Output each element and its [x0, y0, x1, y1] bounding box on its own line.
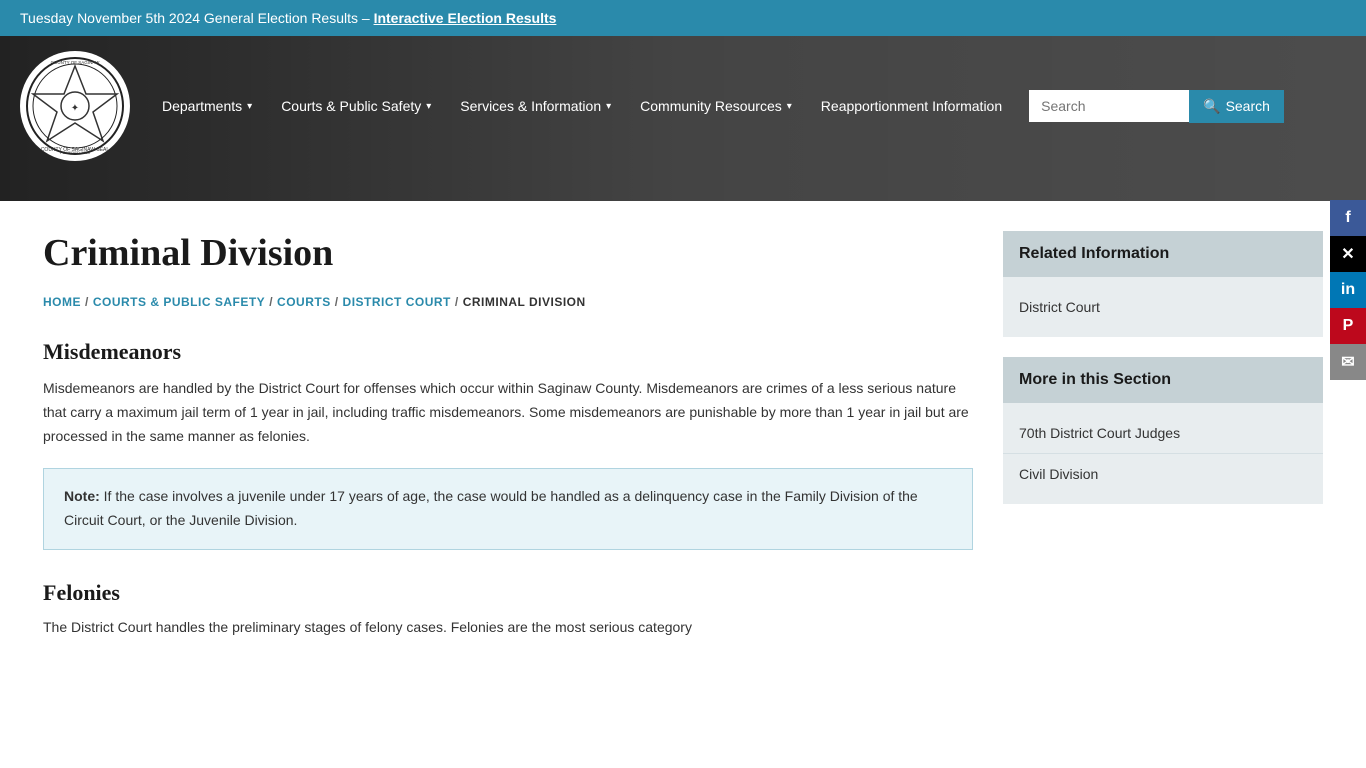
search-area: 🔍 Search: [1029, 90, 1284, 123]
note-text: If the case involves a juvenile under 17…: [64, 488, 918, 528]
svg-text:✦: ✦: [71, 103, 79, 114]
pinterest-button[interactable]: P: [1330, 308, 1366, 344]
nav-services[interactable]: Services & Information ▾: [448, 90, 623, 122]
misdemeanors-text: Misdemeanors are handled by the District…: [43, 377, 973, 448]
link-70th-judges[interactable]: 70th District Court Judges: [1003, 413, 1323, 454]
breadcrumb-sep-4: /: [455, 295, 459, 309]
related-info-box: Related Information District Court: [1003, 231, 1323, 337]
note-label: Note:: [64, 488, 100, 504]
search-icon: 🔍: [1203, 98, 1220, 115]
felonies-title: Felonies: [43, 580, 973, 606]
breadcrumb-district-court[interactable]: DISTRICT COURT: [343, 295, 451, 309]
link-civil-division[interactable]: Civil Division: [1003, 454, 1323, 494]
main-content: Criminal Division HOME / COURTS & PUBLIC…: [23, 201, 1343, 670]
facebook-button[interactable]: f: [1330, 200, 1366, 236]
breadcrumb-criminal-division: CRIMINAL DIVISION: [463, 295, 586, 309]
nav-community[interactable]: Community Resources ▾: [628, 90, 804, 122]
more-in-section-box: More in this Section 70th District Court…: [1003, 357, 1323, 504]
header-content: ✦ COUNTY OF SAGINAW SEAL COUNTY OF SAGIN…: [0, 36, 1366, 176]
svg-text:COUNTY OF SAGINAW: COUNTY OF SAGINAW: [51, 60, 101, 65]
more-in-section-title: More in this Section: [1003, 357, 1323, 403]
related-info-title: Related Information: [1003, 231, 1323, 277]
left-content: Criminal Division HOME / COURTS & PUBLIC…: [43, 231, 973, 640]
breadcrumb-sep-2: /: [269, 295, 273, 309]
more-in-section-content: 70th District Court Judges Civil Divisio…: [1003, 403, 1323, 504]
breadcrumb-courts[interactable]: COURTS: [277, 295, 331, 309]
search-button[interactable]: 🔍 Search: [1189, 90, 1284, 123]
breadcrumb: HOME / COURTS & PUBLIC SAFETY / COURTS /…: [43, 295, 973, 309]
related-info-content: District Court: [1003, 277, 1323, 337]
right-sidebar: Related Information District Court More …: [1003, 231, 1323, 640]
linkedin-button[interactable]: in: [1330, 272, 1366, 308]
nav-courts[interactable]: Courts & Public Safety ▾: [269, 90, 443, 122]
breadcrumb-home[interactable]: HOME: [43, 295, 81, 309]
misdemeanors-title: Misdemeanors: [43, 339, 973, 365]
breadcrumb-courts-public-safety[interactable]: COURTS & PUBLIC SAFETY: [93, 295, 265, 309]
top-banner: Tuesday November 5th 2024 General Electi…: [0, 0, 1366, 36]
courts-arrow: ▾: [426, 101, 431, 112]
nav-reapportionment[interactable]: Reapportionment Information: [809, 90, 1014, 122]
note-box: Note: If the case involves a juvenile un…: [43, 468, 973, 550]
election-results-link[interactable]: Interactive Election Results: [374, 10, 557, 26]
svg-text:FOUNDED 1835: FOUNDED 1835: [60, 150, 91, 155]
related-district-court[interactable]: District Court: [1003, 287, 1323, 327]
twitter-button[interactable]: ✕: [1330, 236, 1366, 272]
logo[interactable]: ✦ COUNTY OF SAGINAW SEAL COUNTY OF SAGIN…: [20, 51, 130, 161]
nav-departments[interactable]: Departments ▾: [150, 90, 264, 122]
page-title: Criminal Division: [43, 231, 973, 275]
breadcrumb-sep-1: /: [85, 295, 89, 309]
main-nav: Departments ▾ Courts & Public Safety ▾ S…: [150, 90, 1346, 123]
breadcrumb-sep-3: /: [335, 295, 339, 309]
community-arrow: ▾: [787, 101, 792, 112]
header: ✦ COUNTY OF SAGINAW SEAL COUNTY OF SAGIN…: [0, 36, 1366, 201]
email-button[interactable]: ✉: [1330, 344, 1366, 380]
departments-arrow: ▾: [247, 101, 252, 112]
felonies-text: The District Court handles the prelimina…: [43, 616, 973, 640]
social-sidebar: f ✕ in P ✉: [1330, 200, 1366, 380]
search-input[interactable]: [1029, 90, 1189, 122]
services-arrow: ▾: [606, 101, 611, 112]
banner-text: Tuesday November 5th 2024 General Electi…: [20, 10, 374, 26]
logo-svg: ✦ COUNTY OF SAGINAW SEAL COUNTY OF SAGIN…: [25, 56, 125, 156]
